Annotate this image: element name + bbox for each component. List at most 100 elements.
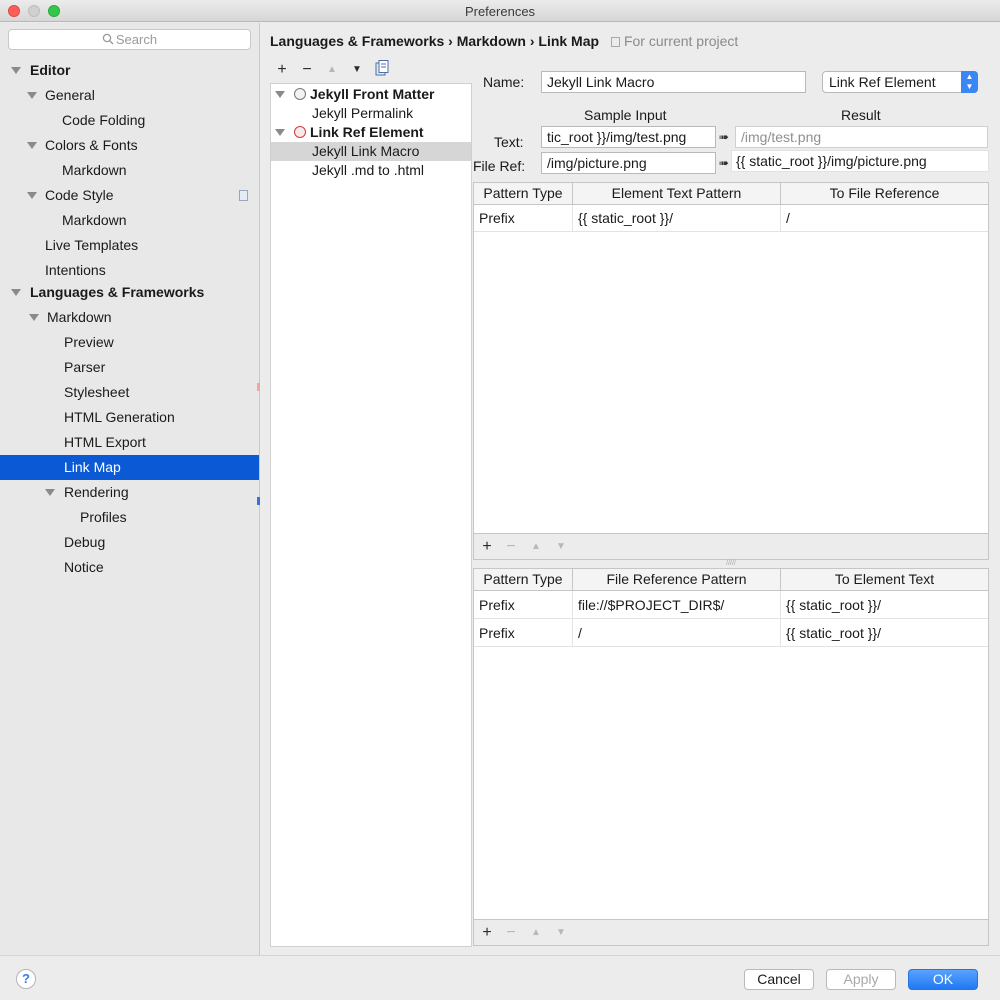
file-reference-pattern-table: Pattern Type File Reference Pattern To E… — [473, 568, 989, 946]
sidebar-item-html-export[interactable]: HTML Export — [0, 430, 259, 455]
profiles-toolbar: + − ▲ ▼ — [270, 60, 472, 82]
project-scope-icon — [239, 190, 248, 201]
column-header[interactable]: Pattern Type — [474, 183, 573, 205]
sidebar-item-general[interactable]: General — [0, 83, 259, 108]
sidebar-item-live-templates[interactable]: Live Templates — [0, 233, 259, 258]
column-header[interactable]: To File Reference — [781, 183, 988, 205]
sidebar-item-notice[interactable]: Notice — [0, 555, 259, 580]
arrow-icon: ➠ — [719, 156, 730, 170]
move-up-button[interactable]: ▲ — [323, 60, 341, 80]
expand-triangle-icon[interactable] — [275, 129, 285, 136]
pattern-type-cell[interactable]: Prefix — [474, 619, 573, 646]
remove-row-button[interactable]: − — [502, 923, 520, 943]
target-cell[interactable]: {{ static_root }}/ — [781, 619, 988, 646]
pattern-cell[interactable]: file://$PROJECT_DIR$/ — [573, 591, 781, 618]
move-row-up-button[interactable]: ▲ — [527, 923, 545, 943]
pattern-type-cell[interactable]: Prefix — [474, 205, 573, 231]
expand-triangle-icon[interactable] — [45, 489, 55, 496]
column-header[interactable]: File Reference Pattern — [573, 569, 781, 591]
sidebar-item-stylesheet[interactable]: Stylesheet — [0, 380, 259, 405]
help-button[interactable]: ? — [16, 969, 36, 989]
target-cell[interactable]: / — [781, 205, 988, 231]
breadcrumb-path: Languages & Frameworks › Markdown › Link… — [270, 33, 600, 49]
sidebar-item-html-generation[interactable]: HTML Generation — [0, 405, 259, 430]
apply-button[interactable]: Apply — [826, 969, 896, 990]
column-header[interactable]: Element Text Pattern — [573, 183, 781, 205]
remove-row-button[interactable]: − — [502, 537, 520, 557]
sidebar-item-link-map[interactable]: Link Map — [0, 455, 259, 480]
sample-file-ref-input[interactable]: /img/picture.png — [541, 152, 716, 174]
element-text-pattern-table: Pattern Type Element Text Pattern To Fil… — [473, 182, 989, 560]
sidebar-item-languages-frameworks[interactable]: Languages & Frameworks — [0, 280, 259, 305]
pattern-cell[interactable]: / — [573, 619, 781, 646]
column-header[interactable]: To Element Text — [781, 569, 988, 591]
add-row-button[interactable]: + — [478, 923, 496, 943]
sidebar-item-editor[interactable]: Editor — [0, 58, 259, 83]
sidebar-item-markdown[interactable]: Markdown — [0, 305, 259, 330]
remove-button[interactable]: − — [298, 60, 316, 80]
modified-marker — [257, 383, 260, 391]
sidebar-item-profiles[interactable]: Profiles — [0, 505, 259, 530]
project-scope-icon — [610, 37, 620, 47]
target-cell[interactable]: {{ static_root }}/ — [781, 591, 988, 618]
chevron-up-down-icon: ▲ ▼ — [961, 71, 978, 93]
expand-triangle-icon[interactable] — [27, 92, 37, 99]
list-item-link-ref-element[interactable]: Link Ref Element — [271, 123, 471, 142]
name-label: Name: — [483, 74, 525, 90]
list-item-jekyll-front-matter[interactable]: Jekyll Front Matter — [271, 85, 471, 104]
project-scope-label: For current project — [623, 33, 739, 49]
move-row-up-button[interactable]: ▲ — [527, 537, 545, 557]
sidebar-item-debug[interactable]: Debug — [0, 530, 259, 555]
expand-triangle-icon[interactable] — [27, 142, 37, 149]
expand-triangle-icon[interactable] — [11, 289, 21, 296]
sidebar-item-preview[interactable]: Preview — [0, 330, 259, 355]
sample-text-input[interactable]: tic_root }}/img/test.png — [541, 126, 716, 148]
table-row[interactable]: Prefix file://$PROJECT_DIR$/ {{ static_r… — [474, 591, 988, 619]
add-row-button[interactable]: + — [478, 537, 496, 557]
settings-sidebar: Search Editor General Code Folding Color… — [0, 23, 260, 955]
dialog-button-bar: ? Cancel Apply OK — [0, 955, 1000, 1000]
sidebar-item-colors-markdown[interactable]: Markdown — [0, 158, 259, 183]
list-item-jekyll-permalink[interactable]: Jekyll Permalink — [271, 104, 471, 123]
splitter-handle[interactable]: ///// — [473, 560, 989, 568]
move-row-down-button[interactable]: ▼ — [552, 537, 570, 557]
name-field[interactable]: Jekyll Link Macro — [541, 71, 806, 93]
expand-triangle-icon[interactable] — [275, 91, 285, 98]
arrow-icon: ➠ — [719, 130, 730, 144]
table-toolbar: + − ▲ ▼ — [474, 533, 988, 559]
ok-button[interactable]: OK — [908, 969, 978, 990]
cancel-button[interactable]: Cancel — [744, 969, 814, 990]
sidebar-item-colors-fonts[interactable]: Colors & Fonts — [0, 133, 259, 158]
move-row-down-button[interactable]: ▼ — [552, 923, 570, 943]
element-type-select[interactable]: Link Ref Element ▲ ▼ — [822, 71, 978, 93]
file-ref-result-field: {{ static_root }}/img/picture.png — [731, 150, 989, 172]
sidebar-item-parser[interactable]: Parser — [0, 355, 259, 380]
sidebar-item-code-style[interactable]: Code Style — [0, 183, 259, 208]
move-down-button[interactable]: ▼ — [348, 60, 366, 80]
expand-triangle-icon[interactable] — [11, 67, 21, 74]
pattern-cell[interactable]: {{ static_root }}/ — [573, 205, 781, 231]
breadcrumb: Languages & Frameworks › Markdown › Link… — [270, 33, 738, 49]
profiles-list: Jekyll Front Matter Jekyll Permalink Lin… — [270, 83, 472, 947]
table-header: Pattern Type File Reference Pattern To E… — [474, 569, 988, 591]
window-title: Preferences — [464, 4, 536, 19]
pattern-type-cell[interactable]: Prefix — [474, 591, 573, 618]
expand-triangle-icon[interactable] — [27, 192, 37, 199]
expand-triangle-icon[interactable] — [29, 314, 39, 321]
copy-icon[interactable] — [373, 60, 391, 80]
text-label: Text: — [494, 134, 524, 150]
text-result-field: /img/test.png — [735, 126, 988, 148]
list-item-jekyll-link-macro[interactable]: Jekyll Link Macro — [271, 142, 471, 161]
search-placeholder: Search — [115, 32, 158, 47]
column-header[interactable]: Pattern Type — [474, 569, 573, 591]
title-bar: Preferences — [0, 0, 1000, 22]
sidebar-item-rendering[interactable]: Rendering — [0, 480, 259, 505]
sidebar-item-code-style-markdown[interactable]: Markdown — [0, 208, 259, 233]
table-row[interactable]: Prefix {{ static_root }}/ / — [474, 205, 988, 232]
list-item-jekyll-md-to-html[interactable]: Jekyll .md to .html — [271, 161, 471, 180]
add-button[interactable]: + — [273, 60, 291, 80]
result-header: Result — [841, 107, 881, 123]
table-row[interactable]: Prefix / {{ static_root }}/ — [474, 619, 988, 647]
search-input[interactable]: Search — [8, 29, 251, 50]
sidebar-item-code-folding[interactable]: Code Folding — [0, 108, 259, 133]
